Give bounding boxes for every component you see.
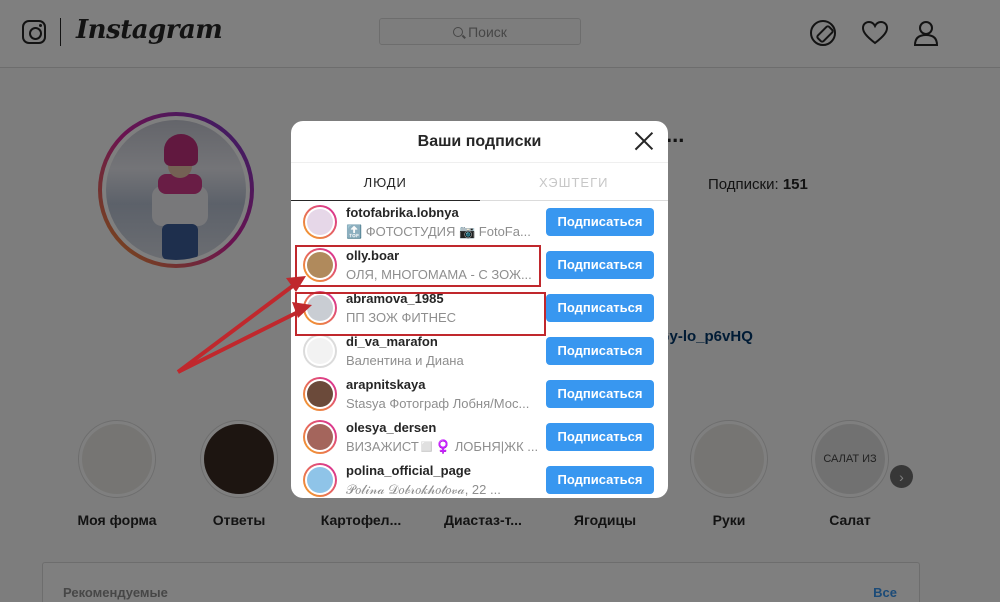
- annotation-arrows: [176, 276, 312, 374]
- annotation-arrow: [177, 308, 303, 374]
- annotation-arrow: [176, 280, 300, 374]
